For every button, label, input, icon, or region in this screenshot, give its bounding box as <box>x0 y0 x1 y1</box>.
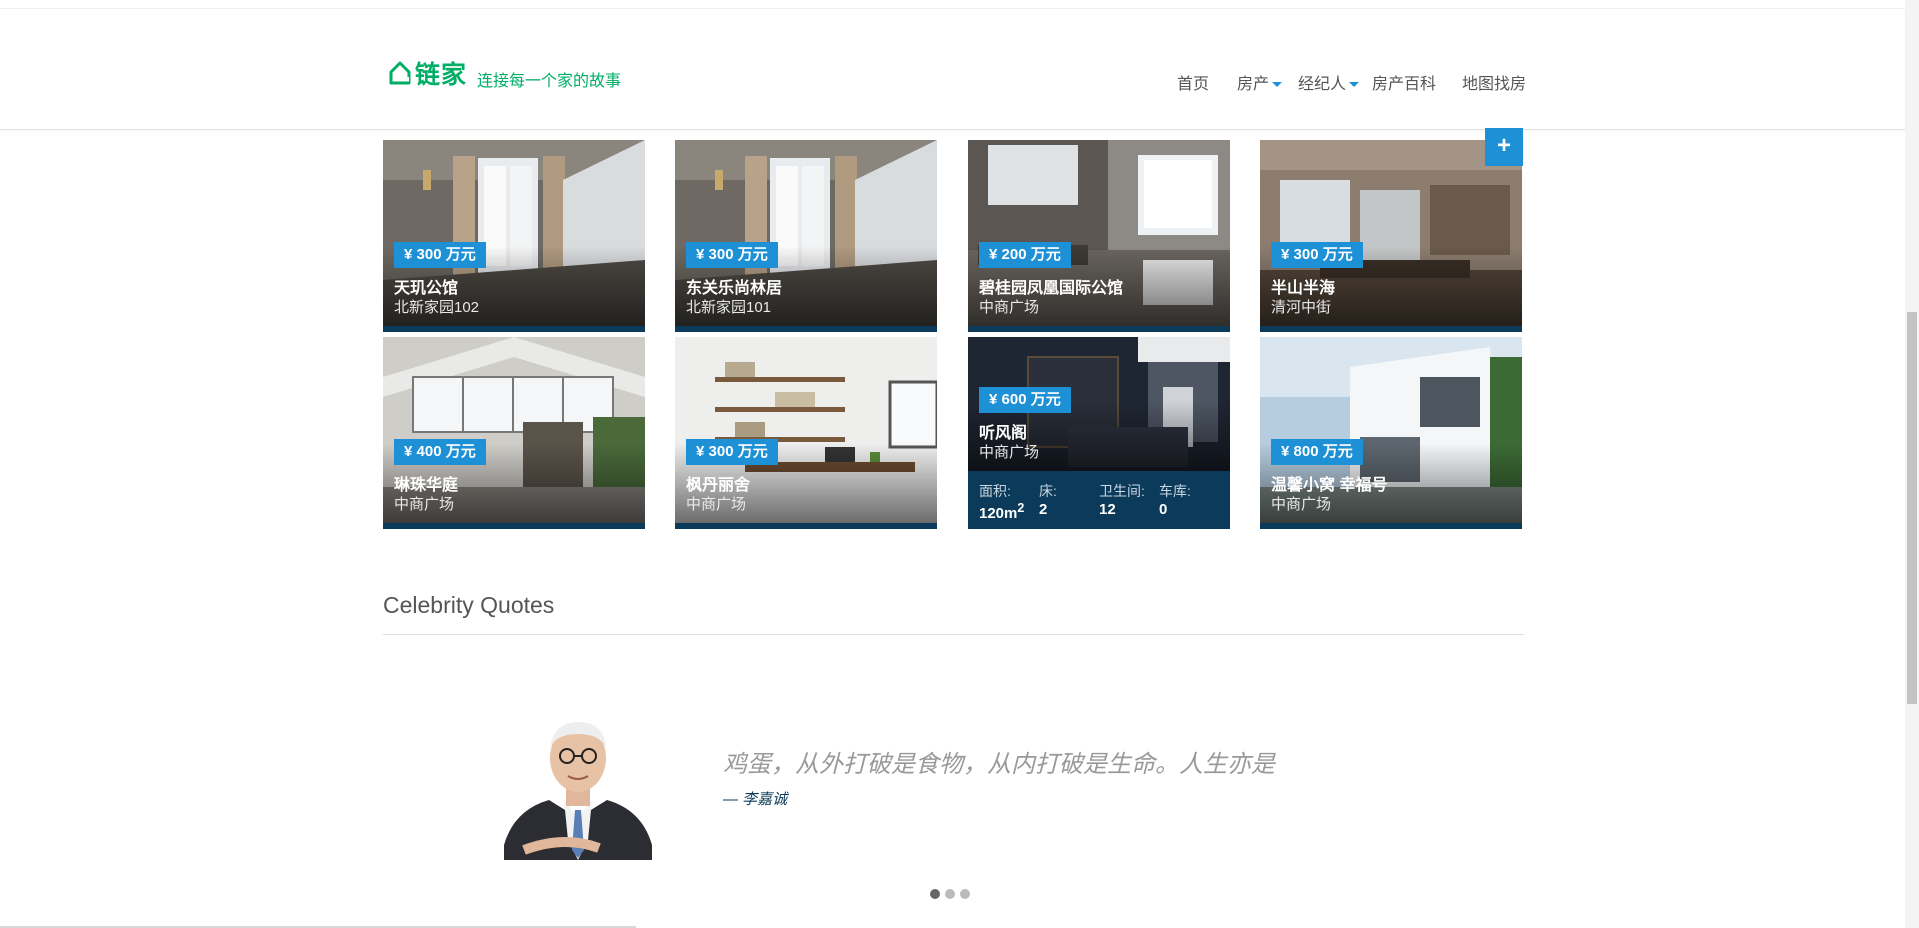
listing-name: 半山半海 <box>1271 280 1336 297</box>
listing-name: 听风阁 <box>979 425 1028 442</box>
garage-label: 车库: <box>1159 483 1191 499</box>
listing-name: 枫丹丽舍 <box>686 477 751 494</box>
carousel-dot-2[interactable] <box>945 889 955 899</box>
listing-card[interactable]: ¥ 300 万元 东关乐尚林居 北新家园101 <box>675 140 937 332</box>
nav-map-search-label: 地图找房 <box>1462 76 1527 93</box>
logo[interactable]: 链家 <box>388 55 467 91</box>
listing-name: 天玑公馆 <box>394 280 459 297</box>
slogan: 连接每一个家的故事 <box>477 73 622 90</box>
area-value: 120m2 <box>979 501 1024 522</box>
house-logo-icon <box>389 61 411 85</box>
listing-card-expanded[interactable]: ¥ 600 万元 听风阁 中商广场 面积: 120m2 床: 2 卫生间: 12… <box>968 337 1230 529</box>
listing-card[interactable]: ¥ 300 万元 枫丹丽舍 中商广场 <box>675 337 937 529</box>
bed-label: 床: <box>1039 483 1057 499</box>
card-bar <box>383 326 645 332</box>
listing-card[interactable]: ¥ 300 万元 半山半海 清河中街 <box>1260 140 1522 332</box>
price-badge: ¥ 600 万元 <box>979 387 1071 413</box>
nav-home[interactable]: 首页 <box>1177 70 1209 94</box>
nav-property[interactable]: 房产 <box>1237 70 1283 94</box>
listing-address: 中商广场 <box>686 496 747 513</box>
listing-card[interactable]: ¥ 200 万元 碧桂园凤凰国际公馆 中商广场 <box>968 140 1230 332</box>
quote-author: — 李嘉诚 <box>723 791 788 808</box>
chevron-down-icon <box>1272 82 1283 87</box>
area-unit-sup: 2 <box>1017 501 1025 515</box>
chevron-down-icon <box>1349 82 1360 87</box>
card-bar <box>968 326 1230 332</box>
logo-text: 链家 <box>415 60 468 89</box>
listing-name: 温馨小窝 幸福号 <box>1271 477 1388 494</box>
listing-details-panel: 面积: 120m2 床: 2 卫生间: 12 车库: 0 <box>968 471 1230 529</box>
listing-card[interactable]: ¥ 300 万元 天玑公馆 北新家园102 <box>383 140 645 332</box>
nav-wiki-label: 房产百科 <box>1372 76 1437 93</box>
nav-map-search[interactable]: 地图找房 <box>1462 70 1526 94</box>
carousel-dot-1[interactable] <box>930 889 940 899</box>
nav-wiki[interactable]: 房产百科 <box>1372 70 1436 94</box>
price-badge: ¥ 400 万元 <box>394 439 486 465</box>
card-bar <box>1260 523 1522 529</box>
listing-address: 中商广场 <box>394 496 455 513</box>
listing-address: 中商广场 <box>979 444 1040 461</box>
divider <box>383 634 1524 635</box>
site-header: 链家 连接每一个家的故事 首页 房产 经纪人 房产百科 地图找房 <box>0 8 1905 130</box>
listing-name: 碧桂园凤凰国际公馆 <box>979 280 1124 297</box>
person-portrait <box>504 722 652 860</box>
price-badge: ¥ 300 万元 <box>686 242 778 268</box>
price-badge: ¥ 300 万元 <box>1271 242 1363 268</box>
card-bar <box>675 523 937 529</box>
price-badge: ¥ 800 万元 <box>1271 439 1363 465</box>
bath-value: 12 <box>1099 501 1116 518</box>
listing-address: 中商广场 <box>979 299 1040 316</box>
card-bar <box>1260 326 1522 332</box>
listing-address: 北新家园101 <box>686 299 772 316</box>
nav-home-label: 首页 <box>1177 76 1210 93</box>
card-bar <box>383 523 645 529</box>
price-badge: ¥ 200 万元 <box>979 242 1071 268</box>
carousel-dot-3[interactable] <box>960 889 970 899</box>
scrollbar[interactable] <box>1905 0 1919 928</box>
nav-property-label: 房产 <box>1237 76 1270 93</box>
add-button[interactable]: + <box>1485 128 1523 166</box>
page: 链家 连接每一个家的故事 首页 房产 经纪人 房产百科 地图找房 + ¥ 300… <box>0 0 1919 928</box>
area-number: 120m <box>979 505 1018 522</box>
price-badge: ¥ 300 万元 <box>394 242 486 268</box>
card-bar <box>675 326 937 332</box>
carousel-dots <box>930 889 970 899</box>
bed-value: 2 <box>1039 501 1048 518</box>
garage-value: 0 <box>1159 501 1168 518</box>
section-title: Celebrity Quotes <box>383 592 555 618</box>
bath-label: 卫生间: <box>1099 483 1145 499</box>
listing-address: 中商广场 <box>1271 496 1332 513</box>
scrollbar-thumb[interactable] <box>1907 312 1917 704</box>
area-label: 面积: <box>979 483 1011 499</box>
quote-text: 鸡蛋，从外打破是食物，从内打破是生命。人生亦是 <box>723 751 1275 778</box>
price-badge: ¥ 300 万元 <box>686 439 778 465</box>
listing-address: 北新家园102 <box>394 299 480 316</box>
listing-name: 琳珠华庭 <box>394 477 459 494</box>
nav-agent-label: 经纪人 <box>1298 76 1347 93</box>
listing-name: 东关乐尚林居 <box>686 280 783 297</box>
nav-agent[interactable]: 经纪人 <box>1298 70 1360 94</box>
listing-card[interactable]: ¥ 400 万元 琳珠华庭 中商广场 <box>383 337 645 529</box>
listing-card[interactable]: ¥ 800 万元 温馨小窝 幸福号 中商广场 <box>1260 337 1522 529</box>
listing-address: 清河中街 <box>1271 299 1332 316</box>
